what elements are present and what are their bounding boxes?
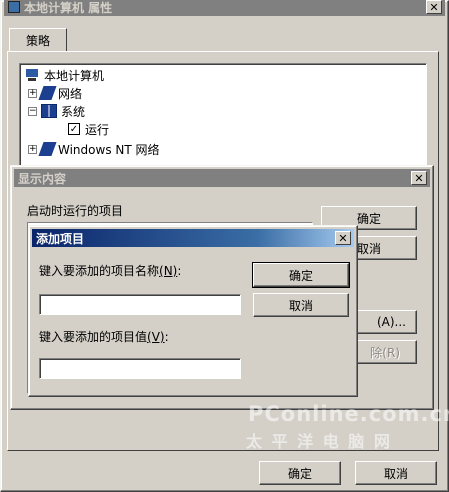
close-icon: ✕ bbox=[414, 171, 424, 185]
properties-close-button[interactable]: ✕ bbox=[426, 0, 442, 14]
item-value-field[interactable] bbox=[39, 358, 241, 379]
ok-label: 确定 bbox=[288, 268, 313, 283]
properties-ok-button[interactable]: 确定 bbox=[259, 461, 341, 485]
show-contents-close-button[interactable]: ✕ bbox=[411, 171, 427, 185]
tree-item-system[interactable]: − 系统 bbox=[28, 102, 85, 120]
item-value-hotkey: (V) bbox=[147, 330, 165, 344]
tab-policy-label: 策略 bbox=[25, 33, 50, 48]
tree-item-label: 网络 bbox=[58, 86, 83, 101]
tree-item-label: Windows NT 网络 bbox=[58, 142, 160, 157]
watermark-line2: 太 平 洋 电 脑 网 bbox=[246, 432, 392, 451]
expand-icon[interactable]: + bbox=[28, 144, 37, 154]
tree-item-label: 本地计算机 bbox=[44, 68, 105, 83]
ok-label: 确定 bbox=[287, 466, 312, 481]
show-contents-titlebar[interactable]: 显示内容 bbox=[14, 169, 430, 187]
add-item-dialog: 添加项目 ✕ 键入要添加的项目名称(N): 键入要添加的项目值(V): 确定 取… bbox=[28, 225, 358, 397]
add-item-titlebar[interactable]: 添加项目 bbox=[32, 229, 354, 247]
collapse-icon[interactable]: − bbox=[28, 106, 37, 116]
item-name-label: 键入要添加的项目名称(N): bbox=[39, 264, 182, 278]
item-value-label: 键入要添加的项目值(V): bbox=[39, 330, 169, 344]
tree-item-windows-nt-network[interactable]: + Windows NT 网络 bbox=[28, 140, 160, 158]
add-item-title: 添加项目 bbox=[36, 231, 85, 246]
properties-titlebar[interactable]: 本地计算机 属性 bbox=[4, 0, 445, 16]
computer-icon bbox=[24, 68, 40, 82]
cancel-label: 取消 bbox=[288, 298, 313, 313]
tree-item-label: 运行 bbox=[85, 122, 110, 137]
cancel-label: 取消 bbox=[356, 241, 381, 256]
cancel-label: 取消 bbox=[383, 466, 408, 481]
watermark-line1: PConline.com.cn bbox=[248, 402, 449, 426]
show-contents-title: 显示内容 bbox=[18, 171, 67, 186]
item-name-hotkey: (N) bbox=[159, 264, 178, 278]
add-item-cancel-button[interactable]: 取消 bbox=[253, 293, 349, 317]
properties-title: 本地计算机 属性 bbox=[24, 0, 113, 15]
book-icon bbox=[38, 86, 57, 100]
tab-policy[interactable]: 策略 bbox=[9, 28, 67, 52]
remove-label: 除(R) bbox=[370, 345, 400, 360]
tree-item-run[interactable]: ✓ 运行 bbox=[68, 120, 109, 138]
open-book-icon bbox=[41, 104, 57, 118]
item-name-field[interactable] bbox=[39, 294, 241, 315]
ok-label: 确定 bbox=[356, 211, 381, 226]
add-label: (A)... bbox=[376, 315, 406, 329]
close-icon: ✕ bbox=[429, 0, 439, 14]
book-icon bbox=[38, 142, 57, 156]
properties-cancel-button[interactable]: 取消 bbox=[355, 461, 437, 485]
tree-item-label: 系统 bbox=[61, 104, 86, 119]
expand-icon[interactable]: + bbox=[28, 88, 37, 98]
add-item-ok-button[interactable]: 确定 bbox=[252, 262, 350, 288]
policy-tree[interactable]: 本地计算机 + 网络 − 系统 ✓ 运行 + Windows NT 网络 bbox=[19, 63, 427, 167]
tree-item-network[interactable]: + 网络 bbox=[28, 84, 82, 102]
add-item-close-button[interactable]: ✕ bbox=[335, 231, 351, 245]
tree-item-local-computer[interactable]: 本地计算机 bbox=[24, 66, 104, 84]
close-icon: ✕ bbox=[338, 231, 348, 245]
startup-items-label: 启动时运行的项目 bbox=[27, 204, 124, 218]
checkbox-icon[interactable]: ✓ bbox=[68, 123, 80, 135]
window-app-icon bbox=[8, 1, 20, 13]
